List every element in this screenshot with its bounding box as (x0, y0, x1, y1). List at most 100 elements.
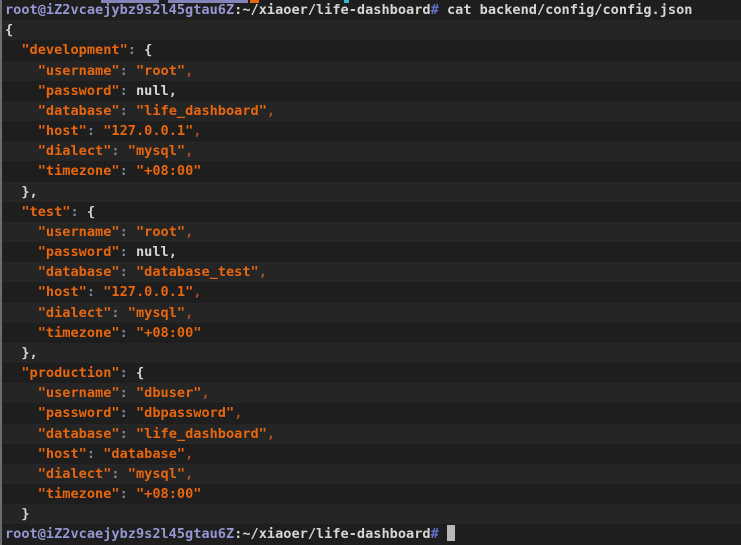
terminal-line: root@iZ2vcaejybz9s2l45gtau6Z:~/xiaoer/li… (0, 524, 741, 545)
json-colon: : (127, 42, 136, 59)
json-comma: , (266, 425, 276, 442)
terminal-text: { (78, 203, 96, 220)
json-key: "dialect" (37, 304, 112, 321)
json-string-value: "life_dashboard" (135, 102, 267, 119)
terminal-line: "database": "life_dashboard", (0, 423, 741, 444)
json-string-value: "+08:00" (135, 163, 202, 180)
json-string-value: "life_dashboard" (135, 425, 267, 442)
json-colon: : (86, 445, 96, 462)
json-key: "dialect" (37, 143, 112, 160)
terminal-line: { (0, 20, 741, 41)
clipped-text-fragment (344, 0, 349, 3)
terminal-line: "password": null, (0, 242, 741, 263)
terminal-line: "dialect": "mysql", (0, 141, 741, 162)
json-colon: : (111, 465, 120, 482)
terminal-line: "dialect": "mysql", (0, 463, 741, 485)
json-key: "host" (37, 123, 87, 140)
json-key: "host" (37, 284, 87, 301)
json-string-value: "+08:00" (135, 324, 202, 341)
json-key: "password" (37, 82, 120, 99)
json-colon: : (119, 244, 128, 261)
json-colon: : (119, 385, 128, 402)
terminal-line: "username": "dbuser", (0, 383, 741, 404)
json-colon: : (119, 163, 128, 180)
json-string-value: "database_test" (135, 264, 259, 281)
json-colon: : (111, 143, 120, 160)
json-colon: : (86, 284, 96, 301)
terminal-line: "database": "life_dashboard", (0, 100, 741, 122)
terminal-line: } (0, 504, 741, 525)
json-comma: , (258, 264, 267, 281)
json-key: "dialect" (37, 465, 112, 482)
json-colon: : (119, 486, 128, 503)
json-comma: , (266, 102, 276, 119)
json-key: "database" (37, 264, 120, 281)
json-comma: , (201, 385, 210, 402)
json-colon: : (119, 365, 128, 382)
terminal-text: } (5, 506, 30, 523)
terminal-line: "database": "database_test", (0, 262, 741, 283)
terminal-text: :~/xiaoer/life-dashboard (234, 2, 431, 18)
json-string-value: "mysql" (127, 143, 186, 160)
json-string-value: "root" (135, 62, 186, 79)
json-key: "timezone" (37, 324, 120, 341)
terminal-text: { (5, 22, 14, 39)
json-comma: , (185, 465, 194, 482)
json-string-value: "mysql" (127, 465, 186, 482)
json-string-value: "database" (103, 445, 186, 462)
terminal-text: }, (5, 344, 38, 361)
json-colon: : (70, 203, 79, 220)
json-colon: : (119, 82, 128, 99)
json-colon: : (119, 425, 128, 442)
terminal-text: { (135, 42, 153, 59)
terminal-line: "development": { (0, 40, 741, 61)
terminal-text: :~/xiaoer/life-dashboard (234, 526, 431, 543)
prompt-symbol: # (430, 2, 439, 18)
json-string-value: "mysql" (127, 304, 186, 321)
prompt-user-host: root@iZ2vcaejybz9s2l45gtau6Z (5, 2, 235, 18)
json-key: "test" (21, 203, 71, 220)
json-colon: : (119, 264, 128, 281)
terminal-line: "username": "root", (0, 60, 741, 81)
json-key: "production" (21, 365, 120, 382)
clipped-previous-line (0, 0, 741, 3)
json-comma: , (234, 405, 243, 422)
terminal-line: }, (0, 342, 741, 364)
prompt-user-host: root@iZ2vcaejybz9s2l45gtau6Z (5, 526, 235, 543)
terminal-line: root@iZ2vcaejybz9s2l45gtau6Z:~/xiaoer/li… (0, 0, 741, 21)
json-comma: , (193, 123, 202, 140)
terminal-text: null, (127, 82, 177, 99)
json-key: "host" (37, 445, 87, 462)
terminal-line: "production": { (0, 363, 741, 384)
terminal-window[interactable]: root@iZ2vcaejybz9s2l45gtau6Z:~/xiaoer/li… (0, 0, 741, 545)
json-string-value: "127.0.0.1" (103, 123, 194, 140)
terminal-text: null, (127, 244, 177, 261)
terminal-text: }, (5, 183, 38, 200)
prompt-symbol: # (430, 526, 439, 543)
